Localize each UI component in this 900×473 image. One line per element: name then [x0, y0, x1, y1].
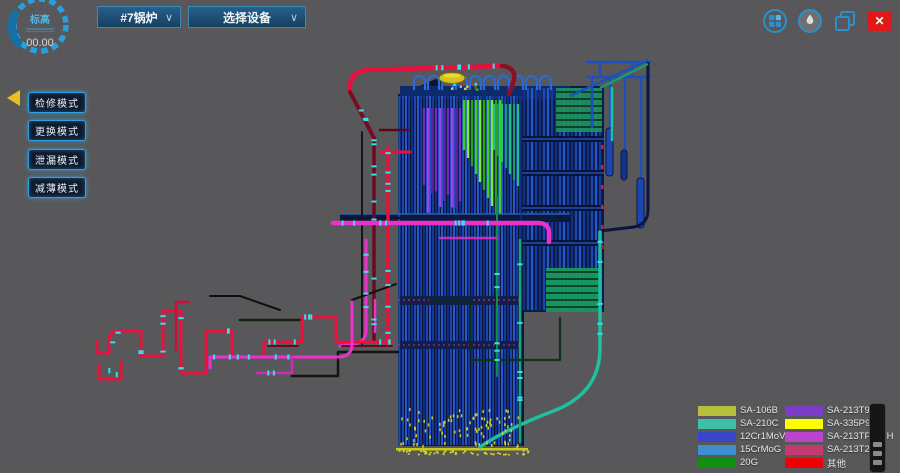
legend-swatch	[785, 458, 823, 468]
legend-label: SA-210C	[740, 418, 779, 429]
legend-label: SA-213T91	[827, 405, 875, 416]
elevation-gauge: 标高 00.00	[2, 0, 78, 60]
device-select-value: 选择设备	[223, 9, 271, 26]
gauge-value: 00.00	[26, 37, 54, 49]
app-window: 标高 00.00 #7锅炉 ∨ 选择设备 ∨	[0, 0, 900, 473]
legend-swatch	[785, 445, 823, 455]
material-legend: SA-106B SA-210C 12Cr1MoVG 15CrMoG 20G SA…	[698, 402, 898, 473]
legend-item: SA-213T91	[785, 404, 875, 417]
legend-item: SA-213T23	[785, 443, 875, 456]
legend-swatch	[698, 406, 736, 416]
legend-label: SA-213T23	[827, 444, 875, 455]
legend-item: 12Cr1MoVG	[698, 430, 793, 443]
legend-item: 15CrMoG	[698, 443, 781, 456]
legend-swatch	[698, 419, 736, 429]
legend-swatch	[785, 432, 823, 442]
close-icon[interactable]: ✕	[867, 11, 892, 31]
legend-item: SA-335P91	[785, 417, 876, 430]
slider-mark	[873, 442, 882, 447]
gauge-label: 标高	[29, 13, 50, 26]
mode-button-leak[interactable]: 泄漏模式	[28, 149, 86, 170]
slider-mark	[873, 460, 882, 465]
legend-item: 20G	[698, 456, 758, 469]
slider-mark	[873, 451, 882, 456]
device-select-dropdown[interactable]: 选择设备 ∨	[188, 6, 306, 28]
layers-icon[interactable]	[832, 8, 858, 34]
vertical-slider[interactable]	[869, 403, 886, 473]
chevron-down-icon: ∨	[165, 11, 173, 24]
boiler-select-value: #7锅炉	[120, 9, 157, 26]
grid-menu-icon[interactable]	[762, 8, 788, 34]
window-controls: ✕	[762, 8, 892, 34]
legend-label: 其他	[827, 456, 846, 470]
legend-item: 其他	[785, 456, 846, 469]
mode-button-overhaul[interactable]: 检修模式	[28, 92, 86, 113]
legend-label: 15CrMoG	[740, 444, 781, 455]
legend-item: SA-106B	[698, 404, 778, 417]
legend-item: SA-210C	[698, 417, 779, 430]
legend-swatch	[785, 406, 823, 416]
collapse-panel-arrow-icon[interactable]	[7, 90, 20, 106]
legend-swatch	[698, 432, 736, 442]
droplet-circle-icon[interactable]	[797, 8, 823, 34]
boiler-select-dropdown[interactable]: #7锅炉 ∨	[97, 6, 181, 28]
legend-swatch	[698, 458, 736, 468]
legend-swatch	[785, 419, 823, 429]
mode-button-replace[interactable]: 更换模式	[28, 120, 86, 141]
chevron-down-icon: ∨	[290, 11, 298, 24]
legend-label: SA-106B	[740, 405, 778, 416]
mode-button-thinning[interactable]: 减薄模式	[28, 177, 86, 198]
legend-swatch	[698, 445, 736, 455]
legend-label: 20G	[740, 457, 758, 468]
